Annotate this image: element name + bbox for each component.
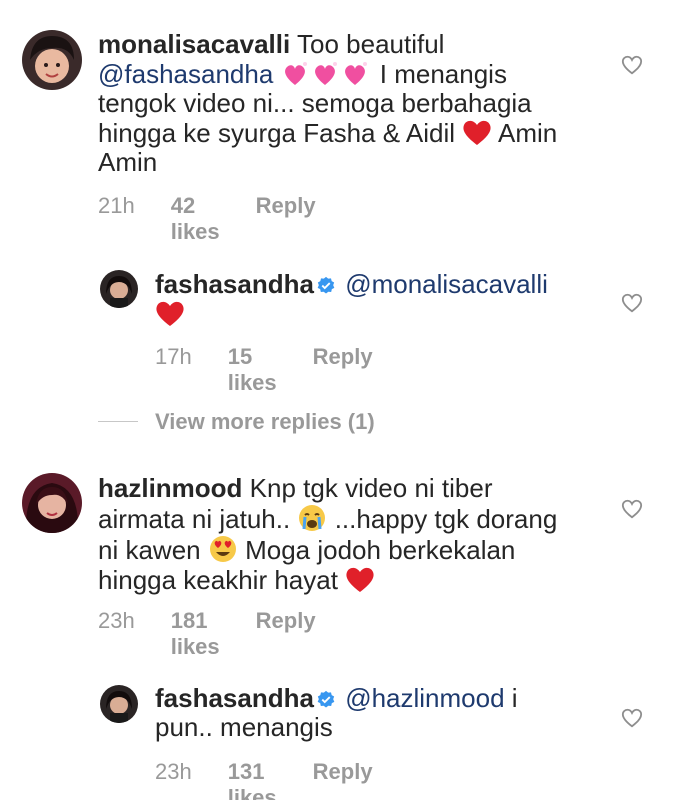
avatar[interactable] <box>22 473 82 533</box>
heart-outline-icon[interactable] <box>621 498 643 520</box>
comment-username[interactable]: fashasandha <box>155 683 314 713</box>
avatar[interactable] <box>100 685 138 723</box>
sparkling-hearts-emoji <box>281 59 373 89</box>
heart-eyes-emoji <box>208 534 238 564</box>
comment-text: airmata ni jatuh.. <box>98 504 291 534</box>
verified-badge-icon <box>316 276 336 296</box>
red-heart-emoji <box>155 299 185 327</box>
comment-likes[interactable]: 42 likes <box>171 193 220 245</box>
mention-link[interactable]: @fashasandha <box>98 59 273 89</box>
comment-time: 17h <box>155 344 192 369</box>
comment-text: Too beautiful <box>297 29 445 59</box>
heart-outline-icon[interactable] <box>621 54 643 76</box>
avatar[interactable] <box>22 30 82 90</box>
comment-time: 23h <box>98 608 135 633</box>
comment-time: 21h <box>98 193 135 218</box>
heart-outline-icon[interactable] <box>621 707 643 729</box>
view-more-divider <box>98 421 138 422</box>
comment-text: ni kawen <box>98 535 201 565</box>
comment-text: tengok video ni... semoga berbahagia <box>98 88 532 118</box>
red-heart-emoji <box>462 118 492 146</box>
comment-text: Knp tgk video ni tiber <box>249 473 493 503</box>
crying-face-emoji <box>297 503 327 533</box>
comment-text: Amin <box>498 118 558 148</box>
comment-text: hingga keakhir hayat <box>98 565 338 595</box>
reply-button[interactable]: Reply <box>256 193 316 245</box>
view-more-replies-button[interactable]: View more replies (1) <box>155 409 375 435</box>
comment-text: Moga jodoh berkekalan <box>245 535 516 565</box>
comment-text: I menangis <box>379 59 507 89</box>
comment-text: Amin <box>98 147 158 177</box>
comment-likes[interactable]: 131 likes <box>228 759 277 800</box>
reply-button[interactable]: Reply <box>313 344 373 396</box>
red-heart-emoji <box>345 565 375 593</box>
comment-likes[interactable]: 181 likes <box>171 608 220 660</box>
comment-username[interactable]: fashasandha <box>155 269 314 299</box>
comment-time: 23h <box>155 759 192 784</box>
reply-button[interactable]: Reply <box>256 608 316 660</box>
mention-link[interactable]: @monalisacavalli <box>345 269 548 299</box>
comment-text: ...happy tgk dorang <box>334 504 558 534</box>
comment-username[interactable]: monalisacavalli <box>98 29 290 59</box>
comment-likes[interactable]: 15 likes <box>228 344 277 396</box>
heart-outline-icon[interactable] <box>621 292 643 314</box>
reply-button[interactable]: Reply <box>313 759 373 800</box>
comment-text: i <box>511 683 518 713</box>
verified-badge-icon <box>316 690 336 710</box>
avatar[interactable] <box>100 270 138 308</box>
comment-text: hingga ke syurga Fasha & Aidil <box>98 118 455 148</box>
mention-link[interactable]: @hazlinmood <box>345 683 504 713</box>
comment-username[interactable]: hazlinmood <box>98 473 242 503</box>
comment-text: pun.. menangis <box>155 712 333 742</box>
